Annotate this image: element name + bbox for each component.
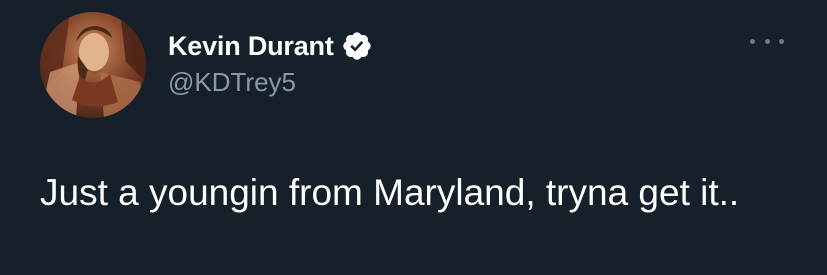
author-handle[interactable]: @KDTrey5 xyxy=(168,67,296,98)
profile-avatar[interactable] xyxy=(40,12,146,118)
author-name-row: Kevin Durant xyxy=(168,26,373,66)
avatar-image xyxy=(40,12,146,118)
more-dot xyxy=(750,38,755,44)
author-display-name[interactable]: Kevin Durant xyxy=(168,31,334,62)
verified-badge-icon xyxy=(341,30,373,62)
more-options-icon[interactable] xyxy=(750,33,784,49)
tweet-text: Just a youngin from Maryland, tryna get … xyxy=(40,172,740,213)
more-dot xyxy=(779,38,784,44)
tweet-card: Kevin Durant @KDTrey5 Just a youngin fro… xyxy=(0,0,827,275)
more-dot xyxy=(764,38,770,44)
